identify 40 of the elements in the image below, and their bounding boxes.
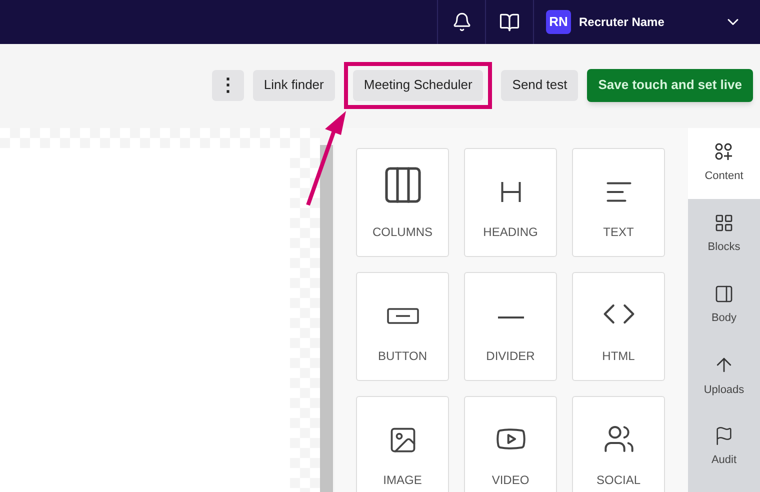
content-tile[interactable]: HEADING bbox=[464, 148, 557, 257]
content-tile[interactable]: COLUMNS bbox=[356, 148, 449, 257]
tile-label: BUTTON bbox=[378, 348, 428, 365]
tile-label: COLUMNS bbox=[372, 224, 432, 241]
save-live-button[interactable]: Save touch and set live bbox=[587, 68, 753, 102]
toolbar-button[interactable]: Link finder bbox=[252, 70, 335, 100]
tile-label: HEADING bbox=[483, 224, 538, 241]
side-tab-label: Blocks bbox=[708, 240, 740, 256]
bell-icon[interactable] bbox=[452, 12, 472, 32]
side-tab-label: Uploads bbox=[704, 383, 744, 398]
user-name: Recruter Name bbox=[579, 14, 664, 31]
toolbar-button[interactable]: Send test bbox=[501, 70, 578, 100]
side-tab-label: Body bbox=[711, 311, 737, 326]
more-menu-button[interactable]: ⋮ bbox=[212, 70, 244, 100]
content-tile[interactable]: SOCIAL bbox=[572, 396, 665, 492]
content-tile[interactable]: DIVIDER bbox=[464, 272, 557, 381]
side-tab-label: Audit bbox=[711, 453, 737, 468]
tile-label: DIVIDER bbox=[486, 348, 535, 365]
tile-label: IMAGE bbox=[383, 472, 422, 489]
people-icon bbox=[602, 423, 634, 455]
tile-label: TEXT bbox=[603, 224, 634, 241]
tile-label: VIDEO bbox=[492, 472, 530, 489]
scrollbar[interactable] bbox=[320, 145, 333, 492]
divider-line-icon bbox=[498, 316, 524, 319]
toolbar-button[interactable]: Meeting Scheduler bbox=[352, 70, 484, 100]
content-tile[interactable]: IMAGE bbox=[356, 396, 449, 492]
tile-label: HTML bbox=[602, 348, 635, 365]
content-tile[interactable]: TEXT bbox=[572, 148, 665, 257]
flag-icon bbox=[714, 426, 734, 446]
content-tile[interactable]: HTML bbox=[572, 272, 665, 381]
tile-label: SOCIAL bbox=[596, 472, 640, 489]
panel-icon bbox=[714, 284, 734, 304]
side-tab[interactable]: Content bbox=[688, 128, 760, 199]
content-tile[interactable]: VIDEO bbox=[464, 396, 557, 492]
book-icon[interactable] bbox=[499, 12, 520, 32]
grid-icon bbox=[714, 213, 734, 234]
side-tab-label: Content bbox=[704, 169, 744, 184]
circles-plus-icon bbox=[714, 142, 734, 162]
user-avatar: RN bbox=[546, 10, 571, 34]
content-tile[interactable]: BUTTON bbox=[356, 272, 449, 381]
